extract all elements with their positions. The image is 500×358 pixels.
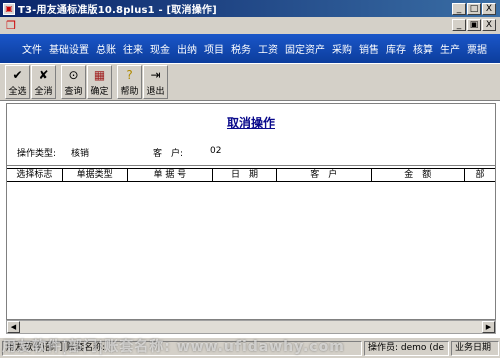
status-business-date: 业务日期 — [451, 340, 499, 356]
scroll-left-icon[interactable]: ◀ — [7, 321, 20, 333]
op-type-label: 操作类型: — [17, 149, 57, 159]
page-title: 取消操作 — [226, 116, 275, 130]
menu-production[interactable]: 生产 — [440, 41, 460, 56]
column-doc-type[interactable]: 单据类型 — [63, 169, 128, 181]
window-title: T3-用友通标准版10.8plus1 - [取消操作] — [18, 5, 217, 16]
customer-label: 客 户: — [153, 149, 184, 159]
binoculars-icon: ⊙ — [68, 68, 79, 82]
mdi-close-button[interactable]: X — [482, 19, 496, 31]
select-all-label: 全选 — [8, 87, 27, 97]
mdi-control-bar: ❒ _ ▣ X — [0, 17, 500, 34]
op-type-value: 核销 — [71, 149, 90, 159]
menu-fixed-assets[interactable]: 固定资产 — [285, 41, 325, 56]
menu-tax[interactable]: 税务 — [231, 41, 251, 56]
menu-cashier[interactable]: 出纳 — [177, 41, 197, 56]
column-select-flag[interactable]: 选择标志 — [7, 169, 63, 181]
menu-inventory[interactable]: 库存 — [386, 41, 406, 56]
exit-button[interactable]: ⇥ 退出 — [143, 65, 168, 99]
menu-sales[interactable]: 销售 — [359, 41, 379, 56]
app-icon: ▣ — [3, 2, 15, 15]
menu-bills[interactable]: 票据 — [467, 41, 487, 56]
menu-project[interactable]: 项目 — [204, 41, 224, 56]
column-amount[interactable]: 金 额 — [372, 169, 466, 181]
mdi-minimize-button[interactable]: _ — [452, 19, 466, 31]
exit-icon: ⇥ — [150, 68, 161, 82]
maximize-button[interactable]: □ — [467, 2, 481, 15]
mdi-window-controls: _ ▣ X — [452, 19, 496, 31]
confirm-icon: ▦ — [93, 68, 106, 82]
confirm-label: 确定 — [90, 87, 109, 97]
column-customer[interactable]: 客 户 — [277, 169, 372, 181]
help-label: 帮助 — [120, 87, 139, 97]
menu-basic-settings[interactable]: 基础设置 — [49, 41, 89, 56]
content-panel: 取消操作 操作类型: 核销 客 户: 02 选择标志 单据类型 单 据 号 日 … — [6, 103, 496, 320]
help-button[interactable]: ? 帮助 — [117, 65, 142, 99]
status-operator: 操作员: demo (de — [364, 340, 449, 356]
scroll-right-icon[interactable]: ▶ — [482, 321, 495, 333]
menu-receivables[interactable]: 往来 — [123, 41, 143, 56]
exit-label: 退出 — [146, 87, 165, 97]
minimize-button[interactable]: _ — [452, 2, 466, 15]
horizontal-scrollbar[interactable]: ◀ ▶ — [6, 320, 496, 334]
main-menu: 文件 基础设置 总账 往来 现金 出纳 项目 税务 工资 固定资产 采购 销售 … — [0, 34, 500, 63]
menu-file[interactable]: 文件 — [22, 41, 42, 56]
menu-cash[interactable]: 现金 — [150, 41, 170, 56]
status-account-info: 用友软件|部门|账套名称: — [2, 340, 362, 356]
select-all-button[interactable]: ✔ 全选 — [5, 65, 30, 99]
status-bar: 用友软件|部门|账套名称: 操作员: demo (de 业务日期 — [0, 337, 500, 358]
table-header: 选择标志 单据类型 单 据 号 日 期 客 户 金 额 部 — [7, 168, 495, 182]
menu-purchasing[interactable]: 采购 — [332, 41, 352, 56]
uncheck-all-icon: ✘ — [38, 68, 49, 82]
column-department[interactable]: 部 — [465, 169, 495, 181]
menu-payroll[interactable]: 工资 — [258, 41, 278, 56]
deselect-all-label: 全消 — [34, 87, 53, 97]
close-button[interactable]: X — [482, 2, 496, 15]
column-doc-number[interactable]: 单 据 号 — [128, 169, 214, 181]
window-controls: _ □ X — [452, 2, 496, 15]
menu-general-ledger[interactable]: 总账 — [96, 41, 116, 56]
divider — [7, 165, 495, 166]
deselect-all-button[interactable]: ✘ 全消 — [31, 65, 56, 99]
column-date[interactable]: 日 期 — [213, 169, 277, 181]
help-icon: ? — [126, 68, 133, 82]
query-label: 查询 — [64, 87, 83, 97]
toolbar: ✔ 全选 ✘ 全消 ⊙ 查询 ▦ 确定 ? 帮助 ⇥ 退出 — [0, 63, 500, 101]
check-all-icon: ✔ — [12, 68, 23, 82]
confirm-button[interactable]: ▦ 确定 — [87, 65, 112, 99]
window-title-bar: ▣ T3-用友通标准版10.8plus1 - [取消操作] _ □ X — [0, 0, 500, 17]
menu-costing[interactable]: 核算 — [413, 41, 433, 56]
customer-value: 02 — [210, 146, 222, 156]
mdi-restore-button[interactable]: ▣ — [467, 19, 481, 31]
query-button[interactable]: ⊙ 查询 — [61, 65, 86, 99]
document-icon[interactable]: ❒ — [4, 19, 18, 32]
